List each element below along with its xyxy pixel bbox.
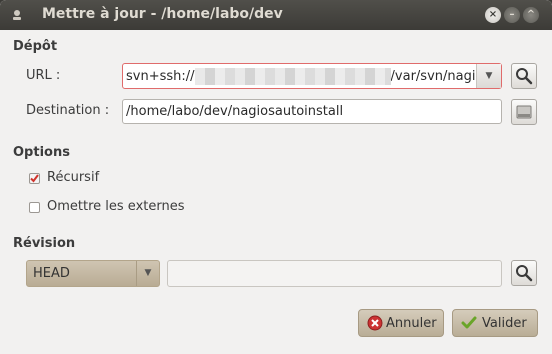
drive-icon (516, 105, 532, 119)
redacted-host (195, 68, 391, 85)
ok-button[interactable]: Valider (452, 309, 538, 337)
maximize-button[interactable]: ^ (523, 7, 539, 23)
revision-browse-button[interactable] (511, 260, 537, 286)
recursive-checkbox[interactable] (29, 173, 40, 184)
url-browse-button[interactable] (511, 63, 537, 89)
revision-field[interactable] (167, 260, 502, 287)
minimize-icon: – (509, 9, 515, 20)
destination-value: /home/labo/dev/nagiosautoinstall (126, 104, 344, 119)
revision-combo[interactable]: HEAD ▼ (26, 260, 160, 287)
url-prefix: svn+ssh:// (126, 69, 195, 84)
app-icon (13, 10, 21, 20)
close-button[interactable]: × (485, 7, 501, 23)
checkmark-icon (30, 174, 39, 183)
revision-heading: Révision (13, 236, 76, 251)
update-dialog: Mettre à jour - /home/labo/dev × – ^ Dép… (0, 0, 552, 354)
recursive-label: Récursif (47, 170, 100, 185)
destination-browse-button[interactable] (511, 99, 537, 125)
minimize-button[interactable]: – (504, 7, 520, 23)
search-icon (516, 265, 533, 282)
window-title: Mettre à jour - /home/labo/dev (42, 6, 283, 22)
checkmark-icon (461, 316, 477, 329)
title-bar[interactable]: Mettre à jour - /home/labo/dev × – ^ (0, 0, 552, 30)
chevron-down-icon[interactable]: ▼ (136, 261, 159, 286)
externals-label: Omettre les externes (47, 199, 185, 214)
search-icon (516, 68, 533, 85)
ok-label: Valider (482, 316, 527, 331)
destination-label: Destination : (26, 103, 110, 118)
destination-field[interactable]: /home/labo/dev/nagiosautoinstall (122, 99, 502, 124)
cancel-label: Annuler (386, 316, 437, 331)
close-icon: × (488, 9, 498, 20)
maximize-icon: ^ (526, 9, 536, 20)
revision-selected: HEAD (33, 266, 70, 281)
url-suffix: /var/svn/nagio (390, 69, 478, 84)
externals-checkbox[interactable] (29, 202, 40, 213)
url-label: URL : (26, 68, 61, 83)
chevron-down-icon[interactable]: ▼ (476, 64, 501, 88)
options-heading: Options (13, 145, 70, 160)
url-combo[interactable]: svn+ssh:// /var/svn/nagio ▼ (122, 63, 502, 89)
depot-heading: Dépôt (13, 39, 58, 54)
cancel-icon (367, 315, 383, 331)
cancel-button[interactable]: Annuler (358, 309, 444, 337)
